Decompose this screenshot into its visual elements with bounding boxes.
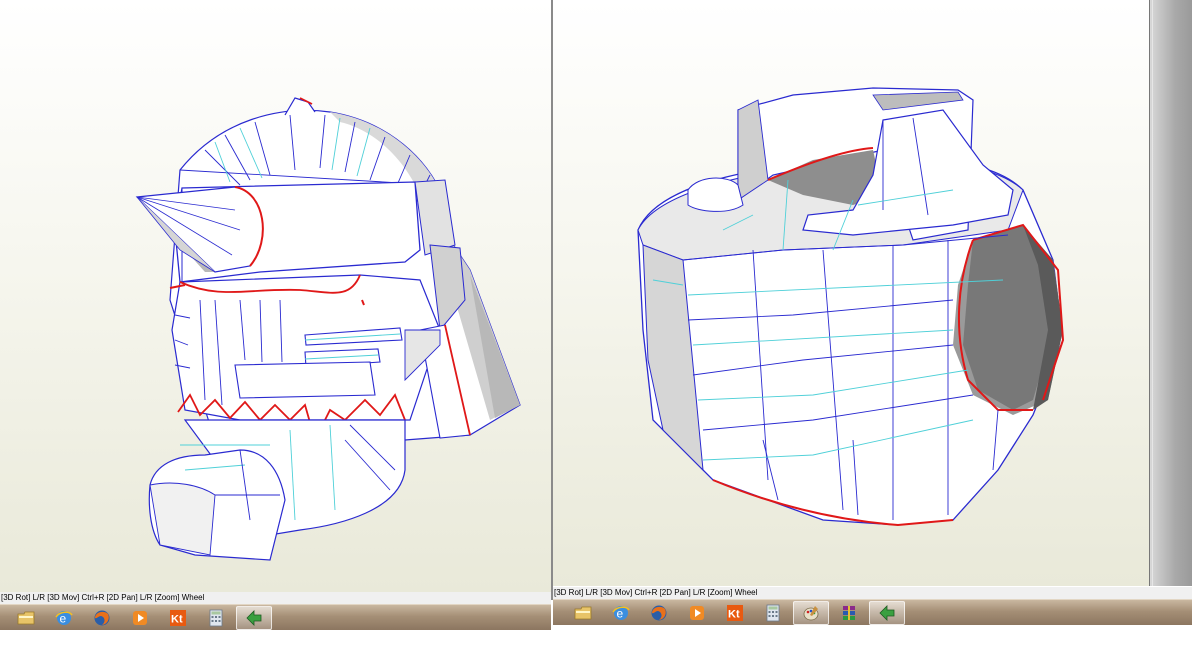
media-player-icon — [133, 610, 147, 625]
taskbar-winrar-button[interactable] — [831, 601, 867, 625]
kt-label: Kt — [728, 608, 740, 620]
desktop-screenshot: [3D Rot] L/R [3D Mov] Ctrl+R [2D Pan] L/… — [0, 0, 1192, 670]
taskbar-calculator-button[interactable] — [198, 606, 234, 630]
kt-label: Kt — [171, 613, 183, 625]
taskbar-kt-button[interactable]: Kt — [160, 606, 196, 630]
taskbar-calculator-button[interactable] — [755, 601, 791, 625]
firefox-icon — [651, 605, 667, 620]
taskbar-right: e Kt — [553, 599, 1192, 625]
taskbar-pepakura-button[interactable] — [869, 600, 905, 625]
taskbar-paint-button[interactable] — [793, 600, 829, 625]
taskbar-firefox-button[interactable] — [641, 601, 677, 625]
media-player-icon — [690, 605, 704, 620]
calculator-icon — [209, 609, 223, 626]
taskbar-media-player-button[interactable] — [679, 601, 715, 625]
internet-explorer-icon: e — [612, 605, 630, 620]
kt-app-icon: Kt — [170, 609, 186, 626]
status-bar-right: [3D Rot] L/R [3D Mov] Ctrl+R [2D Pan] L/… — [553, 587, 1192, 599]
3d-viewport-left[interactable] — [0, 0, 551, 592]
folder-icon — [17, 611, 35, 624]
window-edge-panel — [1149, 0, 1192, 586]
kt-app-icon: Kt — [727, 604, 743, 621]
taskbar-firefox-button[interactable] — [84, 606, 120, 630]
status-bar-left: [3D Rot] L/R [3D Mov] Ctrl+R [2D Pan] L/… — [0, 592, 551, 604]
taskbar-kt-button[interactable]: Kt — [717, 601, 753, 625]
firefox-icon — [94, 610, 110, 625]
taskbar-folder-button[interactable] — [8, 606, 44, 630]
calculator-icon — [766, 604, 780, 621]
status-text: [3D Rot] L/R [3D Mov] Ctrl+R [2D Pan] L/… — [1, 593, 205, 602]
pepakura-icon — [879, 604, 895, 621]
taskbar-folder-button[interactable] — [565, 601, 601, 625]
3d-viewport-right[interactable] — [553, 0, 1149, 586]
internet-explorer-icon: e — [55, 610, 73, 625]
folder-icon — [574, 606, 592, 619]
status-text: [3D Rot] L/R [3D Mov] Ctrl+R [2D Pan] L/… — [554, 588, 758, 597]
helmet-model[interactable] — [0, 0, 551, 592]
taskbar-ie-button[interactable]: e — [603, 601, 639, 625]
winrar-icon — [843, 605, 855, 620]
taskbar-media-player-button[interactable] — [122, 606, 158, 630]
chest-armor-model[interactable] — [553, 0, 1149, 586]
page-background — [0, 630, 1192, 670]
taskbar-pepakura-button[interactable] — [236, 605, 272, 630]
pepakura-icon — [246, 609, 262, 626]
taskbar-left: e Kt — [0, 604, 551, 630]
paint-icon — [803, 605, 819, 620]
taskbar-ie-button[interactable]: e — [46, 606, 82, 630]
